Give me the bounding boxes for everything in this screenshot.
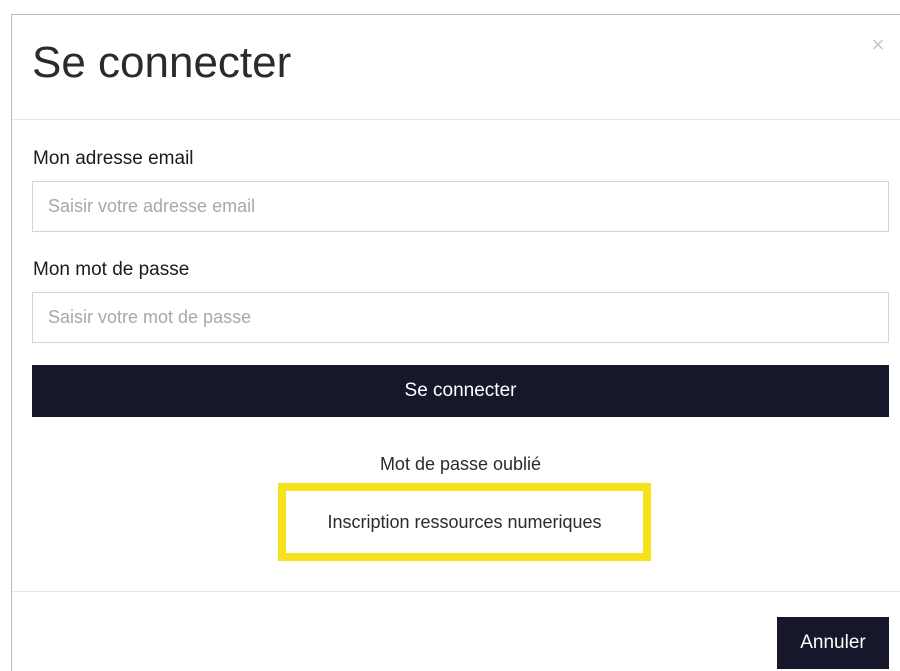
password-field[interactable]: [32, 292, 889, 343]
dialog-title: Se connecter: [32, 38, 292, 87]
login-dialog: Se connecter × Mon adresse email Mon mot…: [11, 14, 900, 671]
password-label: Mon mot de passe: [33, 259, 190, 280]
email-field[interactable]: [32, 181, 889, 232]
highlight-frame: Inscription ressources numeriques: [278, 483, 651, 561]
dialog-header: Se connecter ×: [12, 15, 900, 120]
email-label: Mon adresse email: [33, 148, 194, 169]
cancel-button[interactable]: Annuler: [777, 617, 889, 669]
close-icon[interactable]: ×: [866, 33, 890, 57]
dialog-footer: Annuler: [12, 591, 900, 671]
forgot-password-link[interactable]: Mot de passe oublié: [32, 452, 889, 476]
login-submit-button[interactable]: Se connecter: [32, 365, 889, 417]
signup-digital-resources-link[interactable]: Inscription ressources numeriques: [286, 491, 643, 553]
